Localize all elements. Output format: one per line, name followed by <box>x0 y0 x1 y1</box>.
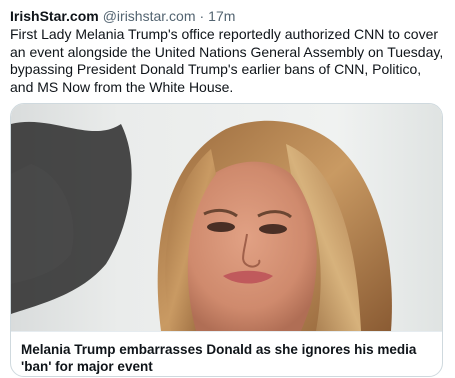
post-timestamp[interactable]: 17m <box>208 8 235 24</box>
dot-separator: · <box>199 8 205 24</box>
author-name[interactable]: IrishStar.com <box>10 8 99 24</box>
card-title[interactable]: Melania Trump embarrasses Donald as she … <box>11 331 442 376</box>
post-text: First Lady Melania Trump's office report… <box>10 26 444 95</box>
post-header: IrishStar.com @irishstar.com · 17m <box>10 8 235 26</box>
post[interactable]: IrishStar.com @irishstar.com · 17m First… <box>0 0 455 378</box>
author-handle[interactable]: @irishstar.com <box>103 8 196 24</box>
card-image[interactable] <box>11 104 442 331</box>
portrait-photo <box>11 104 442 331</box>
link-card[interactable]: Melania Trump embarrasses Donald as she … <box>10 103 443 377</box>
